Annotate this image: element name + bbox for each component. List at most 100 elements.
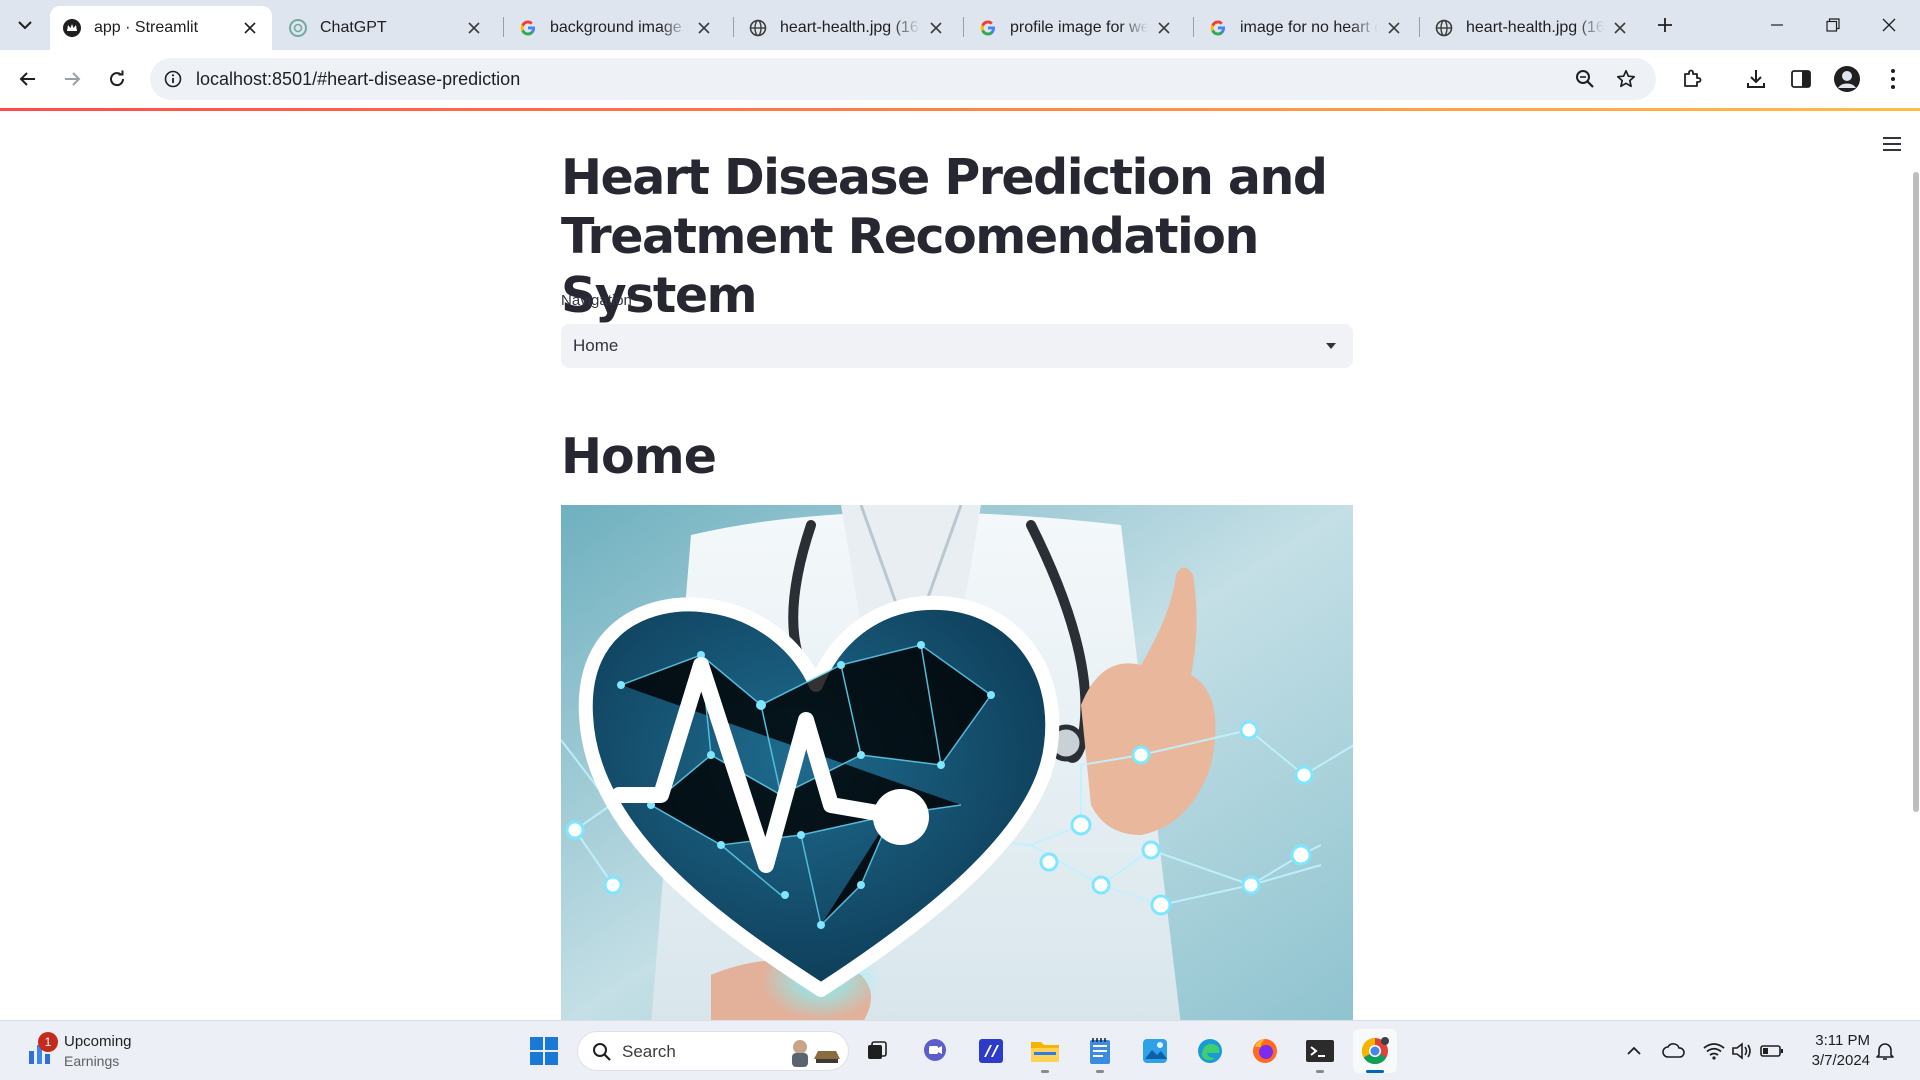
notifications-bell-icon[interactable] [1873, 1039, 1897, 1063]
tab-heart-health-image[interactable]: heart-health.jpg (160 [1422, 6, 1642, 50]
arrow-left-icon [19, 72, 35, 86]
caret-down-icon [1323, 338, 1339, 354]
widget-title: Upcoming [64, 1033, 132, 1050]
taskbar-search-box[interactable]: Search [577, 1031, 849, 1071]
google-icon [1208, 18, 1228, 38]
google-icon [978, 18, 998, 38]
taskbar-app-task-view[interactable] [855, 1029, 899, 1073]
taskbar-app-teams[interactable] [913, 1029, 957, 1073]
close-icon[interactable] [926, 18, 946, 38]
browser-toolbar: localhost:8501/#heart-disease-prediction [0, 50, 1920, 108]
search-icon [593, 1043, 611, 1061]
running-indicator [1096, 1070, 1104, 1073]
close-icon[interactable] [240, 18, 260, 38]
tab-title: app · Streamlit [94, 19, 199, 36]
start-button[interactable] [522, 1029, 566, 1073]
taskbar-app-file-explorer[interactable] [1023, 1029, 1067, 1073]
profile-button[interactable] [1829, 61, 1865, 97]
tab-google-search[interactable]: background image in [506, 6, 726, 50]
close-icon[interactable] [464, 18, 484, 38]
minimize-button[interactable] [1749, 0, 1805, 50]
page-scrollbar[interactable] [1913, 172, 1919, 812]
close-window-button[interactable] [1861, 0, 1917, 50]
tab-google-search[interactable]: profile image for wel [966, 6, 1186, 50]
windows-logo-icon [530, 1037, 558, 1065]
forward-button[interactable] [54, 61, 90, 97]
chatgpt-icon [288, 18, 308, 38]
navigation-select[interactable]: Home [561, 324, 1353, 368]
tab-streamlit-app[interactable]: app · Streamlit [50, 6, 272, 50]
new-tab-button[interactable] [1650, 10, 1680, 40]
download-icon [1747, 70, 1765, 88]
downloads-button[interactable] [1738, 61, 1774, 97]
restore-icon [1826, 18, 1840, 32]
google-icon [518, 18, 538, 38]
taskbar-app-chrome[interactable] [1353, 1029, 1397, 1073]
tab-chatgpt[interactable]: ChatGPT [276, 6, 496, 50]
close-icon[interactable] [1154, 18, 1174, 38]
widgets-button[interactable]: 1 Upcoming Earnings [26, 1031, 146, 1071]
battery-icon[interactable] [1760, 1039, 1784, 1063]
bookmark-star-icon[interactable] [1613, 66, 1639, 92]
taskbar-app-terminal[interactable] [1298, 1029, 1342, 1073]
tab-search-button[interactable] [8, 9, 42, 41]
search-highlight-illustration-icon [792, 1040, 840, 1067]
clock-time: 3:11 PM [1815, 1032, 1870, 1049]
tab-title: profile image for wel [1010, 19, 1148, 36]
onedrive-cloud-icon[interactable] [1662, 1039, 1686, 1063]
close-icon[interactable] [1610, 18, 1630, 38]
extensions-button[interactable] [1674, 61, 1710, 97]
reload-icon [110, 70, 125, 87]
tab-title: heart-health.jpg (160 [1466, 19, 1604, 36]
avatar-icon [1834, 66, 1860, 92]
streamlit-main-menu-button[interactable] [1876, 128, 1908, 160]
taskbar-app-edge[interactable] [1188, 1029, 1232, 1073]
side-panel-button[interactable] [1783, 61, 1819, 97]
taskbar-app-notepad[interactable] [1078, 1029, 1122, 1073]
navigation-label: Navigation [561, 292, 632, 309]
system-clock[interactable]: 3:11 PM 3/7/2024 [1800, 1031, 1870, 1071]
reload-button[interactable] [99, 61, 135, 97]
terminal-icon [1306, 1040, 1334, 1062]
minimize-icon [1771, 24, 1783, 26]
address-bar[interactable]: localhost:8501/#heart-disease-prediction [150, 58, 1656, 100]
running-indicator [1316, 1070, 1324, 1073]
chevron-up-icon [1627, 1046, 1641, 1055]
back-button[interactable] [10, 61, 46, 97]
close-icon[interactable] [694, 18, 714, 38]
folder-icon [1031, 1042, 1059, 1062]
windows-taskbar: 1 Upcoming Earnings Search 3:11 PM 3/7/2… [0, 1020, 1920, 1080]
browser-tab-strip: app · Streamlit ChatGPT background image… [0, 0, 1920, 50]
page-title: Heart Disease Prediction and Treatment R… [561, 149, 1328, 324]
wifi-icon[interactable] [1702, 1039, 1726, 1063]
tab-separator [1193, 17, 1194, 37]
doctor-heart-hero-image [561, 505, 1353, 1020]
active-indicator [1366, 1070, 1384, 1073]
running-indicator [1041, 1070, 1049, 1073]
show-hidden-icons-button[interactable] [1622, 1039, 1646, 1063]
taskbar-app-editor[interactable] [969, 1029, 1013, 1073]
chevron-down-icon [18, 21, 32, 30]
section-heading: Home [561, 428, 717, 485]
globe-icon [748, 18, 768, 38]
volume-icon[interactable] [1730, 1039, 1754, 1063]
zoom-icon[interactable] [1572, 66, 1598, 92]
taskbar-app-firefox[interactable] [1243, 1029, 1287, 1073]
editor-app-icon [979, 1039, 1003, 1063]
site-info-icon[interactable] [160, 66, 186, 92]
taskbar-app-photos[interactable] [1133, 1029, 1177, 1073]
tab-title: image for no heart d [1240, 19, 1378, 36]
url-text[interactable]: localhost:8501/#heart-disease-prediction [196, 69, 520, 90]
tab-separator [503, 17, 504, 37]
streamlit-page: Heart Disease Prediction and Treatment R… [0, 108, 1920, 1020]
tab-heart-health-image[interactable]: heart-health.jpg (160 [736, 6, 958, 50]
side-panel-icon [1791, 70, 1811, 88]
tab-separator [963, 17, 964, 37]
more-vertical-icon [1891, 69, 1895, 89]
notepad-icon [1090, 1038, 1110, 1064]
browser-menu-button[interactable] [1875, 61, 1911, 97]
restore-button[interactable] [1805, 0, 1861, 50]
photos-icon [1143, 1039, 1167, 1063]
tab-google-search[interactable]: image for no heart d [1196, 6, 1416, 50]
close-icon[interactable] [1384, 18, 1404, 38]
